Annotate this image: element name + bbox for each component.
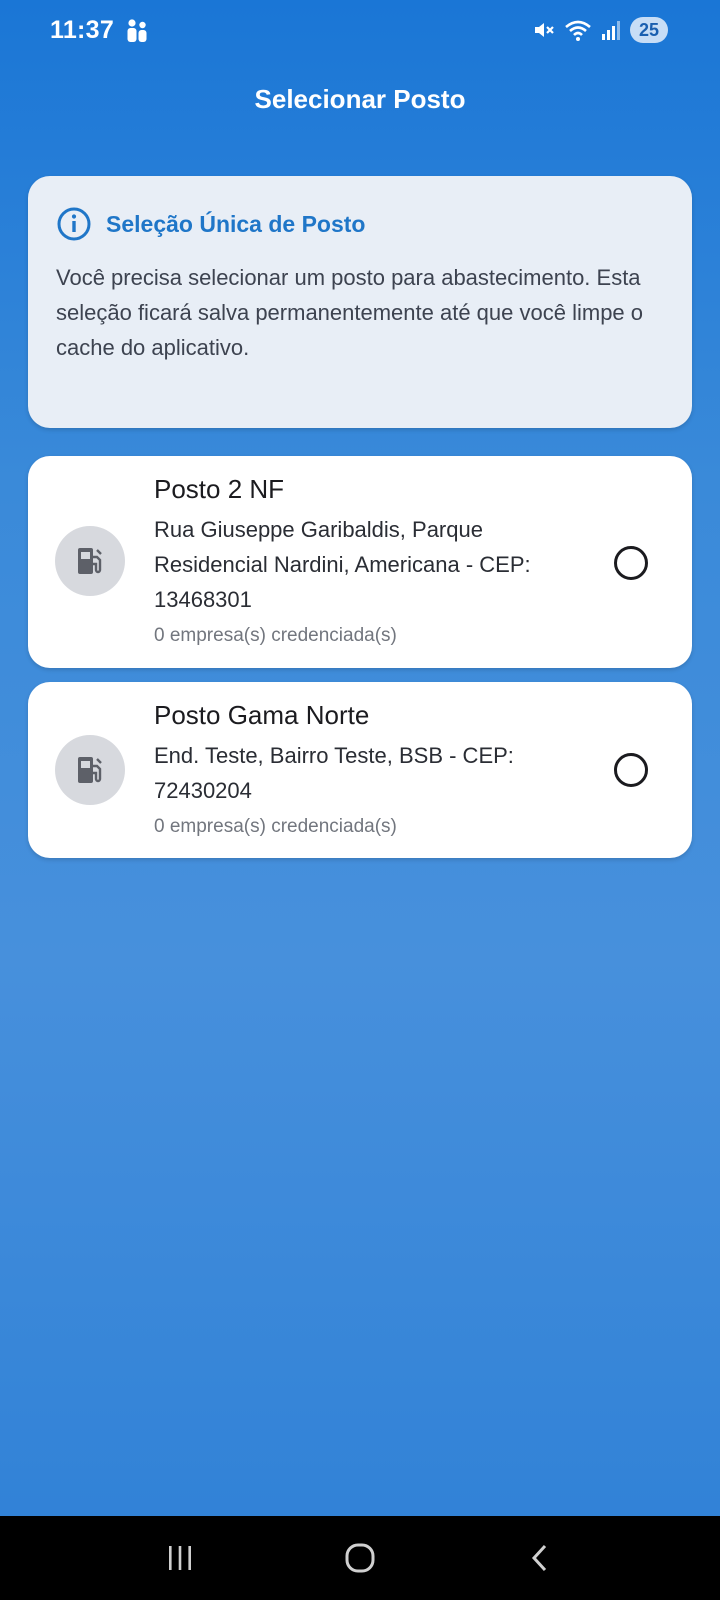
info-icon: [57, 207, 91, 241]
home-icon: [345, 1543, 375, 1573]
wifi-icon: [565, 20, 591, 41]
info-card-title: Seleção Única de Posto: [106, 210, 366, 237]
mute-icon: [534, 23, 554, 37]
station-card[interactable]: Posto 2 NF Rua Giuseppe Garibaldis, Parq…: [28, 456, 692, 668]
station-name: Posto 2 NF: [154, 474, 285, 504]
fuel-pump-icon: [55, 735, 125, 805]
info-card-text: Você precisa selecionar um posto para ab…: [56, 265, 644, 360]
back-icon: [531, 1544, 547, 1572]
station-info: Posto Gama Norte End. Teste, Bairro Test…: [154, 698, 584, 840]
people-icon: [127, 19, 147, 42]
info-card: Seleção Única de Posto Você precisa sele…: [28, 176, 692, 428]
status-bar: 11:37 25: [0, 0, 720, 64]
status-time: 11:37: [50, 16, 115, 44]
station-companies-count: 0 empresa(s) credenciada(s): [154, 625, 397, 646]
station-radio-button[interactable]: [614, 546, 648, 580]
station-address: Rua Giuseppe Garibaldis, Parque Residenc…: [154, 517, 531, 612]
status-icons: 25: [532, 17, 668, 43]
info-card-header: Seleção Única de Posto: [56, 206, 664, 242]
station-companies-count: 0 empresa(s) credenciada(s): [154, 816, 397, 837]
station-info: Posto 2 NF Rua Giuseppe Garibaldis, Parq…: [154, 472, 584, 649]
fuel-pump-icon: [55, 526, 125, 596]
back-button[interactable]: [510, 1528, 570, 1588]
station-card[interactable]: Posto Gama Norte End. Teste, Bairro Test…: [28, 682, 692, 858]
recent-apps-icon: [169, 1546, 191, 1570]
system-nav-bar: [0, 1516, 720, 1600]
battery-badge: 25: [629, 17, 668, 43]
station-address: End. Teste, Bairro Teste, BSB - CEP: 724…: [154, 743, 514, 803]
station-radio-button[interactable]: [614, 753, 648, 787]
recent-apps-button[interactable]: [150, 1528, 210, 1588]
page-title: Selecionar Posto: [254, 84, 466, 114]
signal-icon: [601, 21, 620, 40]
home-button[interactable]: [330, 1528, 390, 1588]
station-name: Posto Gama Norte: [154, 700, 370, 730]
